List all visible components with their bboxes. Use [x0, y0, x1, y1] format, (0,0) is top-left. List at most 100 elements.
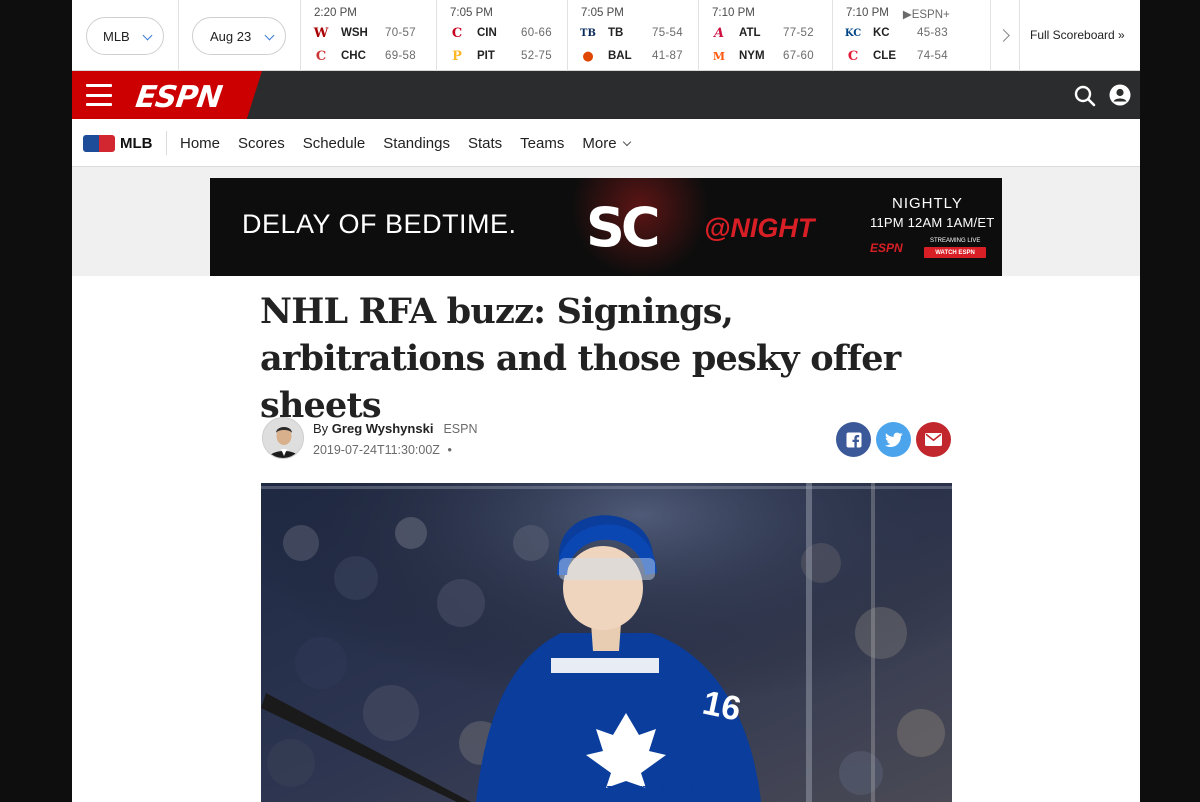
date-separator: • — [447, 443, 452, 457]
search-icon[interactable] — [1074, 85, 1096, 107]
chevron-down-icon — [622, 137, 631, 146]
team-row: TB TB 75-54 — [580, 22, 698, 44]
team-abbr: CHC — [341, 50, 366, 62]
team-record: 60-66 — [521, 27, 552, 39]
league-select[interactable]: MLB — [86, 17, 164, 55]
game-time: 2:20 PM — [314, 7, 357, 19]
ad-nightly: NIGHTLY — [892, 195, 963, 212]
team-abbr: PIT — [477, 50, 495, 62]
team-row: C CIN 60-66 — [450, 22, 567, 44]
game-time: 7:10 PM — [846, 7, 889, 19]
chevron-down-icon — [142, 30, 153, 41]
pirates-logo-icon: P — [452, 48, 462, 64]
nav-home[interactable]: Home — [180, 135, 220, 152]
royals-logo-icon: KC — [844, 27, 862, 39]
team-record: 77-52 — [783, 27, 814, 39]
team-abbr: BAL — [608, 50, 632, 62]
team-record: 75-54 — [652, 27, 683, 39]
braves-logo-icon: A — [713, 25, 725, 41]
mlb-logo-icon[interactable] — [83, 135, 115, 152]
article-timestamp: 2019-07-24T11:30:00Z — [313, 443, 440, 457]
author-link[interactable]: Greg Wyshynski — [332, 421, 434, 436]
ad-espn-logo: ESPN — [870, 241, 903, 255]
subnav-items: Home Scores Schedule Standings Stats Tea… — [180, 135, 631, 152]
nav-stats[interactable]: Stats — [468, 135, 502, 152]
nav-schedule[interactable]: Schedule — [303, 135, 366, 152]
team-record: 67-60 — [783, 50, 814, 62]
team-record: 74-54 — [917, 50, 948, 62]
article-hero-image: TORONTO MAPLE 16 — [261, 483, 952, 802]
article-date: 2019-07-24T11:30:00Z • — [313, 443, 452, 457]
hockey-player-photo: TORONTO MAPLE 16 — [261, 483, 952, 802]
ad-slogan: DELAY OF BEDTIME. — [242, 209, 517, 239]
email-icon — [925, 433, 942, 446]
team-row: C CLE 74-54 — [846, 45, 990, 67]
team-row: KC KC 45-83 — [844, 22, 990, 44]
author-name[interactable]: By Greg Wyshynski — [313, 421, 433, 436]
nav-teams[interactable]: Teams — [520, 135, 564, 152]
share-facebook-button[interactable] — [836, 422, 871, 457]
divider — [166, 131, 167, 155]
espn-page: MLB Aug 23 2:20 PM W WSH 70-57 C CHC 69-… — [72, 0, 1140, 802]
game-time: 7:05 PM — [581, 7, 624, 19]
tv-network: ▶ESPN+ — [903, 7, 950, 21]
game-card[interactable]: 7:10 PM ▶ESPN+ KC KC 45-83 C CLE 74-54 — [832, 0, 990, 71]
author-photo-icon — [263, 418, 303, 458]
menu-icon[interactable] — [86, 84, 112, 106]
network-label: ESPN+ — [911, 9, 950, 21]
nav-more-label: More — [582, 135, 617, 152]
team-abbr: NYM — [739, 50, 765, 62]
game-card[interactable]: 7:10 PM A ATL 77-52 M NYM 67-60 — [698, 0, 829, 71]
reds-logo-icon: C — [451, 25, 463, 41]
mets-logo-icon: M — [712, 49, 726, 63]
ad-watch-espn: WATCH ESPN — [924, 247, 986, 258]
nav-more[interactable]: More — [582, 135, 631, 152]
facebook-icon — [846, 432, 861, 448]
game-card[interactable]: 2:20 PM W WSH 70-57 C CHC 69-58 — [300, 0, 431, 71]
byline: By Greg Wyshynski ESPN — [313, 421, 477, 436]
article-headline: NHL RFA buzz: Signings, arbitrations and… — [260, 291, 901, 426]
team-row: M NYM 67-60 — [712, 45, 829, 67]
author-avatar[interactable] — [262, 417, 304, 459]
by-prefix: By — [313, 421, 329, 436]
team-abbr: CLE — [873, 50, 896, 62]
share-email-button[interactable] — [916, 422, 951, 457]
team-abbr: ATL — [739, 27, 761, 39]
scoreboard-next-button[interactable] — [990, 0, 1020, 71]
sc-at-night-ad[interactable]: DELAY OF BEDTIME. SC @NIGHT NIGHTLY 11PM… — [210, 178, 1002, 276]
espn-logo[interactable]: ESPN — [134, 80, 224, 115]
league-label[interactable]: MLB — [120, 135, 153, 152]
rays-logo-icon: TB — [580, 27, 596, 39]
nationals-logo-icon: W — [313, 25, 329, 41]
game-card[interactable]: 7:05 PM C CIN 60-66 P PIT 52-75 — [436, 0, 567, 71]
team-row: A ATL 77-52 — [712, 22, 829, 44]
user-icon[interactable] — [1109, 84, 1131, 106]
brand-block: ESPN — [72, 71, 262, 119]
ad-times: 11PM 12AM 1AM/ET — [870, 215, 995, 230]
scoreboard-strip: MLB Aug 23 2:20 PM W WSH 70-57 C CHC 69-… — [72, 0, 1140, 71]
indians-logo-icon: C — [847, 48, 859, 64]
share-twitter-button[interactable] — [876, 422, 911, 457]
chevron-down-icon — [264, 30, 275, 41]
nav-scores[interactable]: Scores — [238, 135, 285, 152]
play-icon: ▶ — [902, 9, 912, 21]
full-scoreboard-link[interactable]: Full Scoreboard » — [1030, 28, 1125, 42]
team-row: W WSH 70-57 — [314, 22, 431, 44]
ad-night-label: @NIGHT — [704, 213, 815, 243]
author-source: ESPN — [443, 422, 478, 436]
orioles-logo-icon: ● — [582, 48, 594, 64]
sportscenter-logo: SC — [586, 196, 661, 259]
team-abbr: WSH — [341, 27, 368, 39]
team-record: 70-57 — [385, 27, 416, 39]
game-time: 7:10 PM — [712, 7, 755, 19]
date-select[interactable]: Aug 23 — [192, 17, 286, 55]
team-abbr: KC — [873, 27, 890, 39]
twitter-icon — [884, 432, 903, 447]
game-card[interactable]: 7:05 PM TB TB 75-54 ● BAL 41-87 — [567, 0, 698, 71]
jersey-number: 16 — [699, 684, 744, 729]
espn-header: ESPN — [72, 71, 1140, 119]
team-abbr: CIN — [477, 27, 497, 39]
nav-standings[interactable]: Standings — [383, 135, 450, 152]
game-time: 7:05 PM — [450, 7, 493, 19]
league-select-value: MLB — [103, 28, 130, 44]
